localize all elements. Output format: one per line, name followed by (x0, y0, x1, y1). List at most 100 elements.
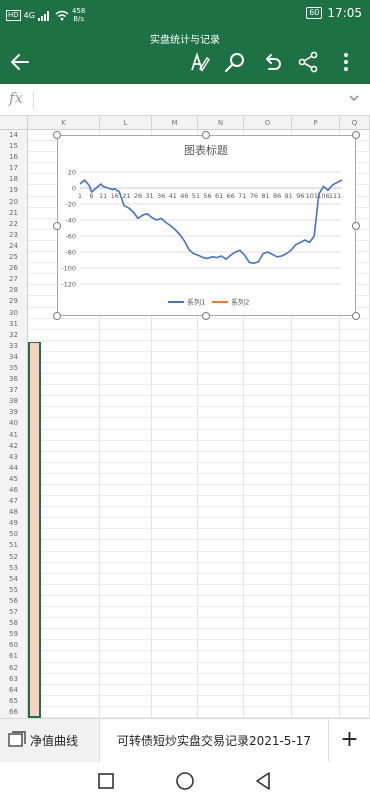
row-header-39[interactable]: 39 (0, 407, 28, 419)
row-header-58[interactable]: 58 (0, 618, 28, 630)
row-gridline (28, 539, 370, 541)
chart-resize-handle-tl[interactable] (53, 131, 61, 139)
row-header-37[interactable]: 37 (0, 385, 28, 397)
selected-cell-highlight[interactable] (28, 342, 41, 718)
chart-resize-handle-br[interactable] (352, 312, 360, 320)
row-header-38[interactable]: 38 (0, 396, 28, 408)
formula-separator (33, 90, 34, 110)
search-icon[interactable] (223, 50, 247, 74)
row-header-26[interactable]: 26 (0, 263, 28, 275)
draw-pen-icon[interactable] (187, 50, 211, 74)
x-tick-label: 1 (78, 192, 82, 200)
row-header-50[interactable]: 50 (0, 529, 28, 541)
row-header-56[interactable]: 56 (0, 595, 28, 608)
row-gridline (28, 339, 370, 341)
row-header-22[interactable]: 22 (0, 218, 28, 230)
column-header-n[interactable]: N (198, 116, 244, 130)
row-gridline (28, 528, 370, 530)
column-header-m[interactable]: M (152, 116, 198, 130)
chart-resize-handle-bl[interactable] (53, 312, 61, 320)
row-header-29[interactable]: 29 (0, 296, 28, 308)
row-gridline (28, 373, 370, 375)
row-header-48[interactable]: 48 (0, 507, 28, 519)
row-header-43[interactable]: 43 (0, 451, 28, 463)
undo-icon[interactable] (260, 50, 284, 74)
row-header-36[interactable]: 36 (0, 374, 28, 386)
row-header-31[interactable]: 31 (0, 318, 28, 330)
more-vert-icon[interactable] (334, 50, 358, 74)
row-header-19[interactable]: 19 (0, 185, 28, 197)
row-header-45[interactable]: 45 (0, 473, 28, 486)
x-tick-label: 36 (157, 192, 165, 200)
sheet-tab-active[interactable]: 可转债短炒实盘交易记录2021-5-17 (100, 719, 328, 763)
row-header-28[interactable]: 28 (0, 285, 28, 297)
row-header-54[interactable]: 54 (0, 573, 28, 585)
row-header-65[interactable]: 65 (0, 695, 28, 707)
add-sheet-button[interactable]: + (328, 719, 370, 763)
row-header-20[interactable]: 20 (0, 196, 28, 208)
spreadsheet-grid[interactable]: KLMNOPQ 14 15 16 17 18 19 20 21 22 23 24 25 26 27 28 29… (0, 116, 370, 718)
row-header-42[interactable]: 42 (0, 440, 28, 452)
y-tick-label: -100 (61, 265, 76, 273)
row-header-16[interactable]: 16 (0, 152, 28, 164)
row-header-35[interactable]: 35 (0, 362, 28, 375)
row-gridline (28, 594, 370, 596)
select-all-corner[interactable] (0, 116, 28, 130)
row-header-27[interactable]: 27 (0, 274, 28, 286)
column-header-p[interactable]: P (292, 116, 340, 130)
back-arrow-icon[interactable] (8, 50, 32, 74)
recents-square-icon[interactable] (95, 770, 117, 792)
signal-bars-icon (37, 10, 49, 21)
line-chart[interactable]: 图表标题 20 0 -20 -40 -60 -80 -100 -120 1 6 11 16 21 26 3… (57, 135, 356, 316)
share-icon[interactable] (296, 50, 320, 74)
row-header-59[interactable]: 59 (0, 629, 28, 641)
row-header-33[interactable]: 33 (0, 340, 28, 352)
row-header-14[interactable]: 14 (0, 130, 28, 142)
column-header-q[interactable]: Q (340, 116, 370, 130)
row-gridline (28, 561, 370, 563)
chart-resize-handle-ml[interactable] (53, 222, 61, 230)
row-header-41[interactable]: 41 (0, 429, 28, 441)
row-header-62[interactable]: 62 (0, 662, 28, 674)
back-triangle-icon[interactable] (252, 770, 274, 792)
row-header-25[interactable]: 25 (0, 252, 28, 264)
row-gridline (28, 428, 370, 430)
formula-input[interactable] (40, 88, 340, 112)
row-header-47[interactable]: 47 (0, 496, 28, 508)
row-header-17[interactable]: 17 (0, 163, 28, 175)
chart-resize-handle-tc[interactable] (202, 131, 210, 139)
column-header-k[interactable]: K (28, 116, 100, 130)
row-header-51[interactable]: 51 (0, 540, 28, 552)
row-header-55[interactable]: 55 (0, 584, 28, 596)
chart-resize-handle-mr[interactable] (352, 222, 360, 230)
chart-gridlines (80, 171, 342, 285)
row-header-32[interactable]: 32 (0, 329, 28, 341)
row-header-34[interactable]: 34 (0, 351, 28, 363)
chart-resize-handle-tr[interactable] (352, 131, 360, 139)
chart-resize-handle-bc[interactable] (202, 312, 210, 320)
column-header-l[interactable]: L (100, 116, 152, 130)
row-header-52[interactable]: 52 (0, 551, 28, 563)
home-circle-icon[interactable] (174, 770, 196, 792)
row-header-15[interactable]: 15 (0, 141, 28, 153)
legend-label: 系列2 (231, 298, 249, 307)
row-header-63[interactable]: 63 (0, 673, 28, 685)
row-header-21[interactable]: 21 (0, 207, 28, 219)
row-header-66[interactable]: 66 (0, 706, 28, 718)
row-header-30[interactable]: 30 (0, 307, 28, 319)
row-header-57[interactable]: 57 (0, 607, 28, 619)
chevron-down-icon[interactable] (348, 92, 360, 104)
row-header-44[interactable]: 44 (0, 462, 28, 474)
row-header-64[interactable]: 64 (0, 684, 28, 696)
row-header-46[interactable]: 46 (0, 485, 28, 497)
row-header-53[interactable]: 53 (0, 562, 28, 574)
row-header-18[interactable]: 18 (0, 174, 28, 186)
row-header-23[interactable]: 23 (0, 229, 28, 241)
row-header-49[interactable]: 49 (0, 518, 28, 530)
row-header-24[interactable]: 24 (0, 240, 28, 253)
row-header-61[interactable]: 61 (0, 651, 28, 663)
row-header-60[interactable]: 60 (0, 640, 28, 652)
sheets-list-icon[interactable] (8, 731, 26, 749)
row-header-40[interactable]: 40 (0, 418, 28, 430)
column-header-o[interactable]: O (244, 116, 292, 130)
